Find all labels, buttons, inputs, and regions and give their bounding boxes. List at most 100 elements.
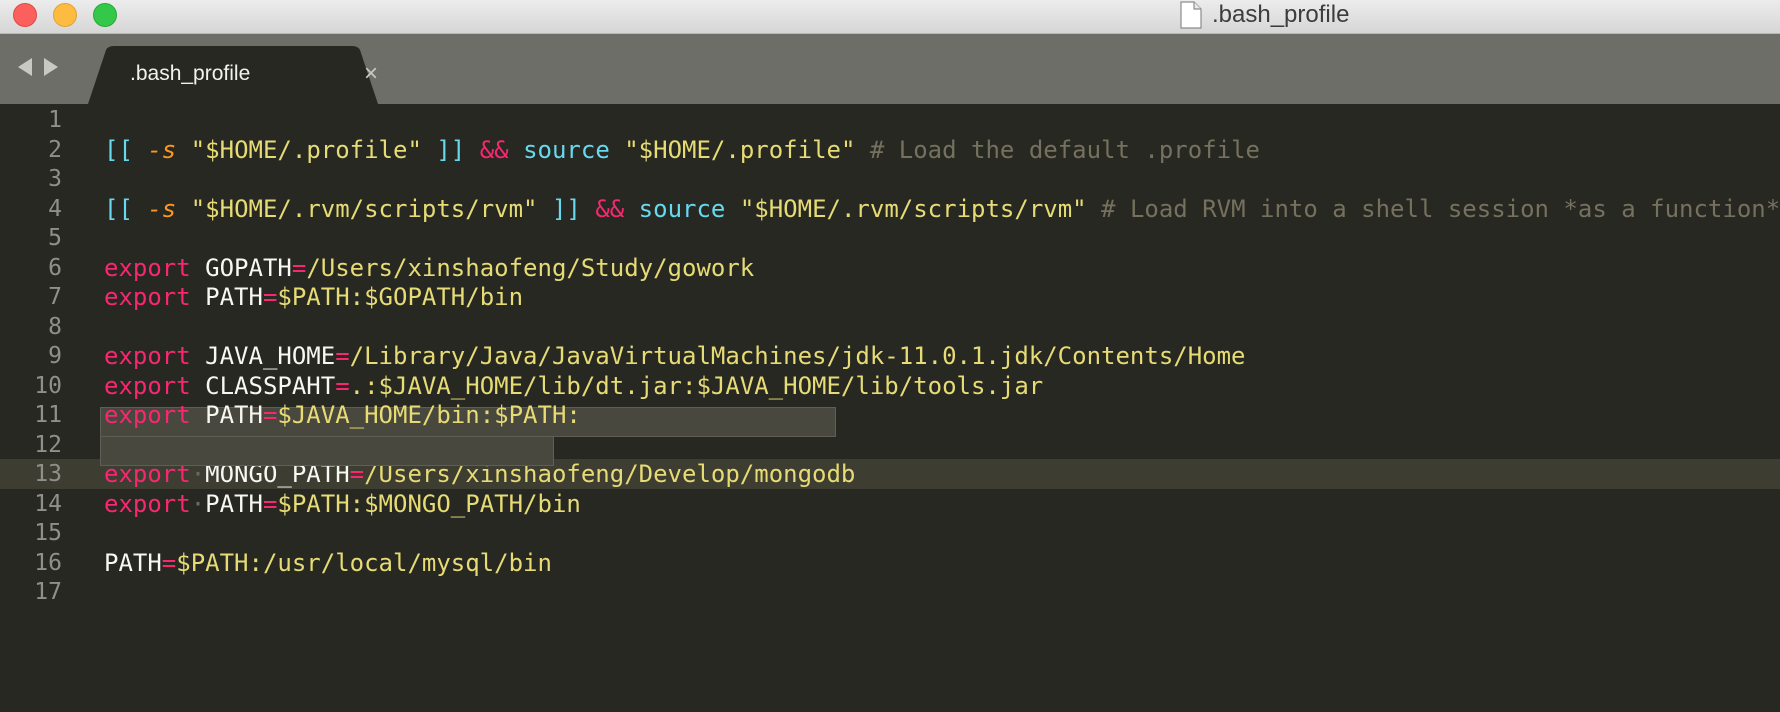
title-bar: .bash_profile (0, 0, 1780, 34)
code-line[interactable]: 7 export PATH=$PATH:$GOPATH/bin (0, 282, 1780, 312)
code-token: "$HOME/.rvm/scripts/rvm" (739, 194, 1087, 223)
code-token: JAVA_HOME (190, 342, 336, 370)
code-token: $PATH:$MONGO_PATH/bin (277, 489, 581, 518)
code-token: export (104, 489, 191, 518)
code-token: "$HOME/.rvm/scripts/rvm" (190, 194, 538, 223)
code-token: $PATH:$GOPATH/bin (277, 283, 524, 311)
code-token: = (291, 253, 307, 282)
code-line[interactable]: 8 (0, 312, 1780, 342)
code-line[interactable]: 14 export·PATH=$PATH:$MONGO_PATH/bin (0, 489, 1780, 519)
code-line[interactable]: 17 (0, 577, 1780, 607)
line-number: 11 (34, 402, 62, 428)
code-token: export (104, 283, 191, 311)
line-code: export·PATH=$PATH:$MONGO_PATH/bin (104, 489, 581, 519)
code-token: PATH (104, 548, 162, 577)
window-title: .bash_profile (1212, 1, 1350, 28)
code-token: && (479, 135, 509, 164)
line-code: export GOPATH=/Users/xinshaofeng/Study/g… (104, 253, 754, 283)
line-number: 16 (34, 549, 62, 576)
code-token: /Library/Java/JavaVirtualMachines/jdk-11… (349, 342, 1246, 370)
line-number: 15 (34, 520, 62, 546)
code-token: GOPATH (190, 253, 292, 282)
window-title-group: .bash_profile (1180, 0, 1349, 30)
code-token: = (335, 342, 350, 370)
document-icon (1180, 1, 1202, 29)
code-token: # Load RVM into a shell session *as a fu… (1086, 194, 1780, 223)
code-token: && (595, 194, 625, 223)
code-token: # Load the default .profile (855, 135, 1260, 164)
code-token: $PATH:/usr/local/mysql/bin (176, 548, 552, 577)
line-number: 7 (48, 284, 62, 310)
code-token: "$HOME/.profile" (624, 135, 856, 164)
code-token: = (262, 401, 278, 429)
code-line[interactable]: 9 export JAVA_HOME=/Library/Java/JavaVirt… (0, 341, 1780, 371)
code-editor[interactable]: 13 export·MONGO_PATH=/Users/xinshaofeng/D… (0, 104, 1780, 712)
line-code: export CLASSPAHT=.:$JAVA_HOME/lib/dt.jar… (104, 371, 1043, 401)
code-token: [[ (104, 135, 148, 164)
tab-bash-profile[interactable]: .bash_profile × (88, 46, 428, 104)
line-number: 13 (34, 461, 62, 487)
line-code: [[ -s "$HOME/.rvm/scripts/rvm" ]] && sou… (104, 194, 1780, 224)
tab-strip: .bash_profile × (0, 34, 1780, 104)
window-minimize-button[interactable] (53, 3, 77, 27)
code-token: = (161, 548, 177, 577)
code-line[interactable]: 5 (0, 223, 1780, 253)
code-token: /Users/xinshaofeng/Study/gowork (306, 253, 755, 282)
code-token: = (262, 283, 278, 311)
tab-label: .bash_profile (130, 62, 251, 85)
code-token: .:$JAVA_HOME/lib/dt.jar:$JAVA_HOME/lib/t… (349, 371, 1044, 400)
code-line[interactable]: 12 (0, 430, 1780, 460)
line-number: 3 (48, 166, 62, 192)
code-token: PATH (190, 283, 263, 311)
line-number: 1 (48, 107, 62, 133)
code-line[interactable]: 2 [[ -s "$HOME/.profile" ]] && source "$H… (0, 135, 1780, 165)
code-token: = (262, 489, 278, 518)
code-line[interactable]: 10 export CLASSPAHT=.:$JAVA_HOME/lib/dt.j… (0, 371, 1780, 401)
line-number: 4 (48, 195, 62, 222)
next-tab-arrow-icon[interactable] (44, 58, 58, 76)
code-token: source (523, 135, 610, 164)
code-line[interactable]: 1 (0, 105, 1780, 135)
code-token: export (104, 342, 191, 370)
code-line[interactable]: 3 (0, 164, 1780, 194)
code-token: -s (147, 194, 177, 223)
tab-navigation (18, 58, 58, 76)
code-line[interactable]: 11 export PATH=$JAVA_HOME/bin:$PATH: (0, 400, 1780, 430)
window-maximize-button[interactable] (93, 3, 117, 27)
code-token: export (104, 371, 191, 400)
code-token: · (190, 489, 206, 518)
code-token: ]] (421, 135, 466, 164)
line-number: 10 (34, 372, 62, 399)
line-code: PATH=$PATH:/usr/local/mysql/bin (104, 548, 552, 578)
tab-close-icon[interactable]: × (364, 46, 378, 104)
line-code: export PATH=$PATH:$GOPATH/bin (104, 282, 523, 312)
window-close-button[interactable] (13, 3, 37, 27)
line-number: 12 (34, 431, 62, 458)
previous-tab-arrow-icon[interactable] (18, 58, 32, 76)
code-line[interactable]: 6 export GOPATH=/Users/xinshaofeng/Study/… (0, 253, 1780, 283)
code-line[interactable]: 15 (0, 518, 1780, 548)
code-token: [[ (104, 194, 148, 223)
line-number: 17 (34, 579, 62, 605)
code-line[interactable]: 4 [[ -s "$HOME/.rvm/scripts/rvm" ]] && so… (0, 194, 1780, 224)
code-token: source (638, 194, 726, 223)
code-token: export (104, 253, 191, 282)
code-token: CLASSPAHT (190, 371, 336, 400)
code-line[interactable]: 16 PATH=$PATH:/usr/local/mysql/bin (0, 548, 1780, 578)
code-token: "$HOME/.profile" (190, 135, 422, 164)
code-token: ]] (537, 194, 581, 223)
line-number: 5 (48, 225, 62, 251)
code-token: = (335, 371, 350, 400)
line-number: 8 (48, 313, 62, 340)
code-token: export (104, 401, 191, 429)
line-number: 2 (48, 136, 62, 163)
line-code: export PATH=$JAVA_HOME/bin:$PATH: (104, 400, 581, 430)
line-number: 9 (48, 343, 62, 369)
